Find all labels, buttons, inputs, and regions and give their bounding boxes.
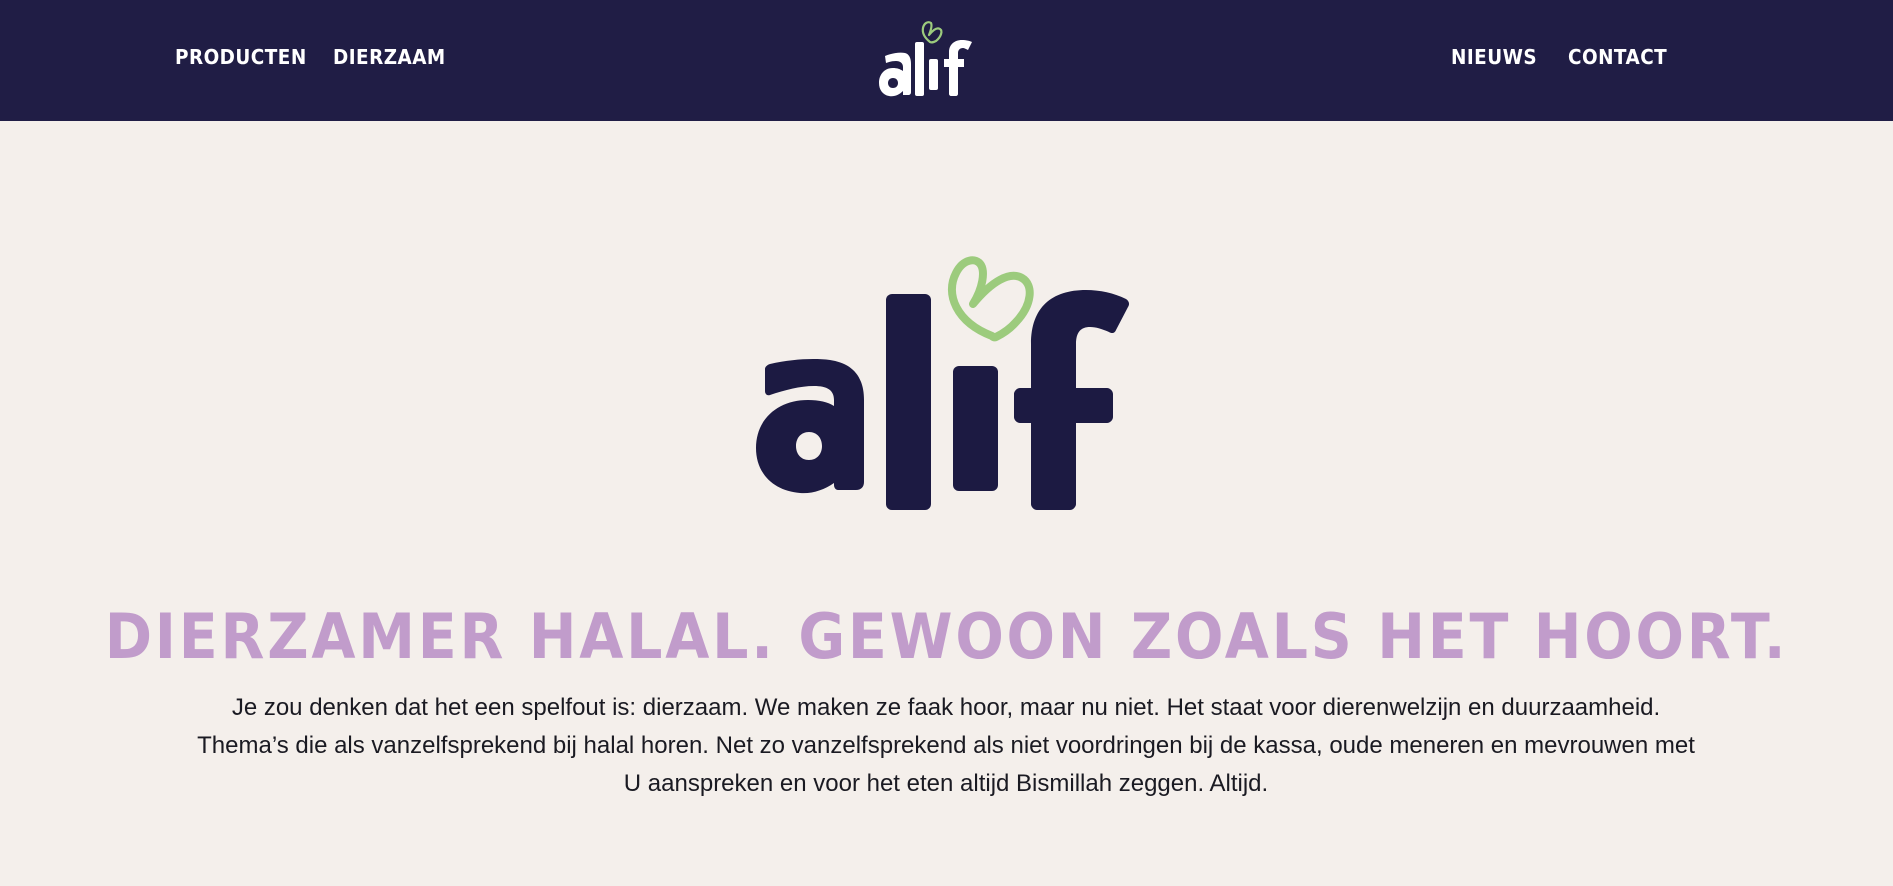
hero-logo-letter-f — [1014, 290, 1130, 510]
nav-link-dierzaam[interactable]: DIERZAAM — [333, 42, 446, 72]
header-logo-link[interactable]: alif — [878, 12, 1008, 102]
hero-logo-letter-l — [886, 294, 931, 510]
header-logo-letter-a — [879, 52, 911, 97]
hero-logo: alif — [756, 256, 1130, 510]
hero-heading: DIERZAMER HALAL. GEWOON ZOALS HET HOORT. — [104, 600, 1789, 673]
heart-icon — [921, 21, 943, 44]
header-logo-image: alif — [879, 21, 972, 97]
nav-link-contact[interactable]: CONTACT — [1568, 42, 1667, 72]
hero-description: Je zou denken dat het een spelfout is: d… — [197, 694, 1695, 797]
nav-link-nieuws[interactable]: NIEUWS — [1451, 42, 1537, 72]
hero-logo-letter-i — [953, 366, 998, 491]
heart-icon — [948, 256, 1034, 342]
hero-logo-letter-a — [756, 359, 864, 494]
nav-link-producten[interactable]: PRODUCTEN — [175, 42, 307, 72]
header-logo-letter-i — [929, 59, 938, 90]
header-logo-letter-f — [944, 40, 972, 96]
header-logo-letter-l — [915, 42, 924, 96]
top-navigation-bar: PRODUCTEN DIERZAAM alif NIEUWS CONTACT — [0, 0, 1893, 121]
